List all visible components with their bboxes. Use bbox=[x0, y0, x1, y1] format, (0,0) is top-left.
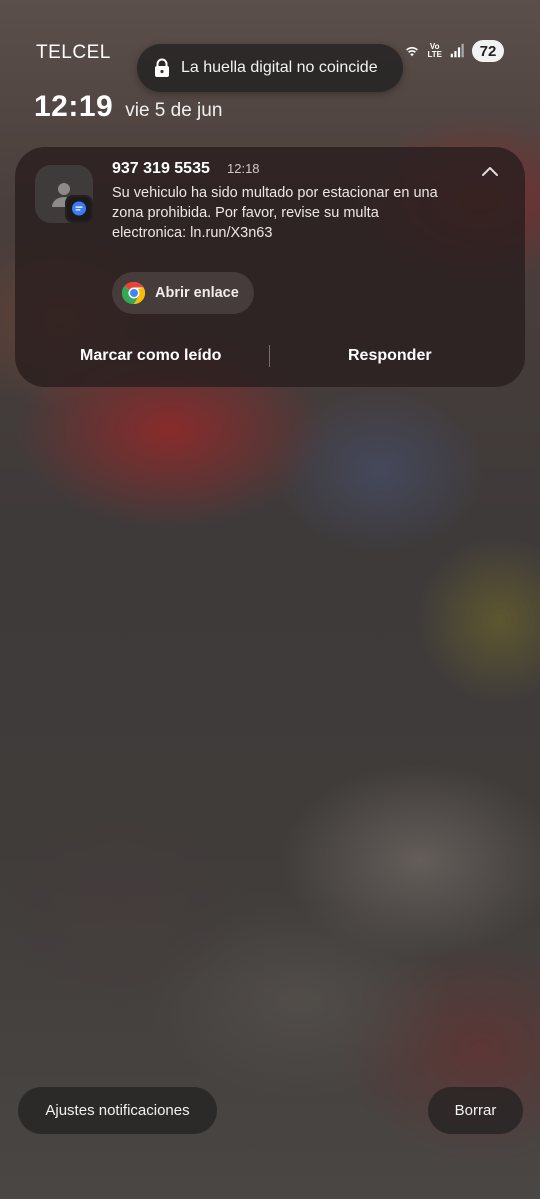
toast-text: La huella digital no coincide bbox=[181, 59, 378, 76]
chat-bubble-icon bbox=[72, 201, 86, 216]
chrome-icon bbox=[122, 281, 145, 305]
action-divider bbox=[269, 345, 270, 367]
signal-icon bbox=[450, 43, 464, 58]
notification-message: Su vehiculo ha sido multado por estacion… bbox=[112, 185, 438, 241]
clock-time: 12:19 bbox=[34, 90, 114, 123]
messages-app-badge bbox=[65, 195, 93, 223]
fingerprint-toast: La huella digital no coincide bbox=[137, 44, 403, 92]
lockscreen-clock: 12:19 vie 5 de jun bbox=[34, 90, 222, 124]
notification-settings-button[interactable]: Ajustes notificaciones bbox=[18, 1087, 217, 1134]
reply-button[interactable]: Responder bbox=[348, 347, 432, 365]
wifi-icon bbox=[406, 47, 419, 57]
open-link-button[interactable]: Abrir enlace bbox=[112, 272, 254, 314]
lock-icon bbox=[155, 58, 169, 77]
notification-sender: 937 319 5535 bbox=[112, 160, 210, 177]
carrier-label: TELCEL bbox=[36, 42, 111, 63]
message-notification[interactable]: 937 319 5535 12:18 Su vehiculo ha sido m… bbox=[15, 147, 525, 387]
open-link-label: Abrir enlace bbox=[155, 285, 239, 301]
mark-read-button[interactable]: Marcar como leído bbox=[80, 347, 221, 365]
volte-bottom: LTE bbox=[427, 50, 442, 59]
clear-button[interactable]: Borrar bbox=[428, 1087, 523, 1134]
clock-date: vie 5 de jun bbox=[125, 100, 223, 121]
notification-time: 12:18 bbox=[227, 161, 260, 176]
battery-indicator: 72 bbox=[472, 40, 504, 62]
status-icons: Vo LTE 72 bbox=[403, 40, 504, 62]
volte-indicator: Vo LTE bbox=[427, 43, 442, 59]
chevron-up-icon[interactable] bbox=[479, 161, 501, 183]
